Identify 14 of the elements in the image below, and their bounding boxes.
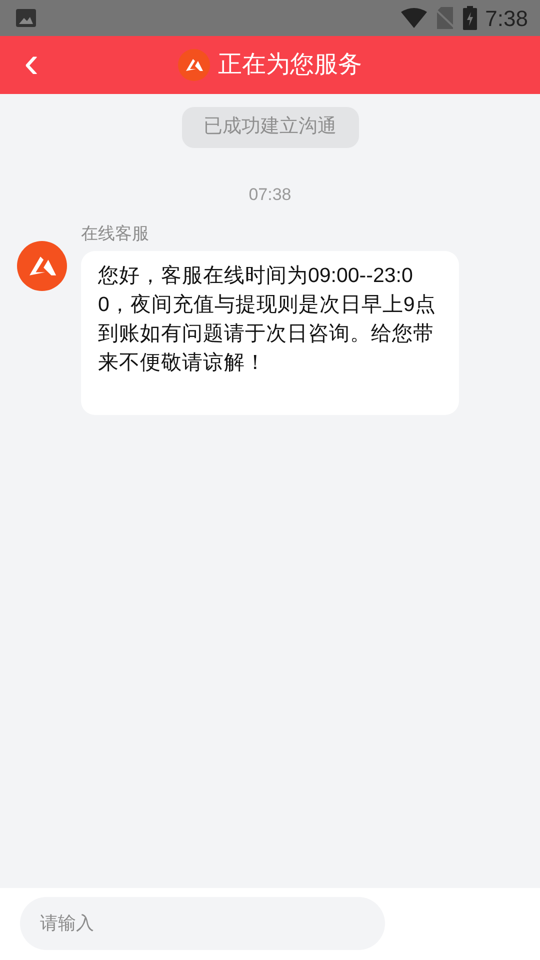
no-sim-icon xyxy=(435,7,456,29)
avatar-icon xyxy=(17,241,67,291)
message-bubble: 您好，客服在线时间为09:00--23:00，夜间充值与提现则是次日早上9点到账如有问题请于次日咨询。给您带来不便敬请谅解！ xyxy=(81,250,459,414)
status-time: 7:38 xyxy=(485,4,528,32)
system-notice: 已成功建立沟通 xyxy=(182,107,358,148)
message-input[interactable]: 请输入 xyxy=(20,897,385,950)
image-icon xyxy=(16,9,36,27)
logo-icon xyxy=(178,49,210,81)
header-title: 正在为您服务 xyxy=(218,50,362,80)
sender-name: 在线客服 xyxy=(81,223,149,245)
message-time: 07:38 xyxy=(248,184,292,206)
back-button[interactable]: ‹ xyxy=(18,45,45,81)
battery-icon xyxy=(463,6,478,30)
wifi-icon xyxy=(401,8,428,28)
